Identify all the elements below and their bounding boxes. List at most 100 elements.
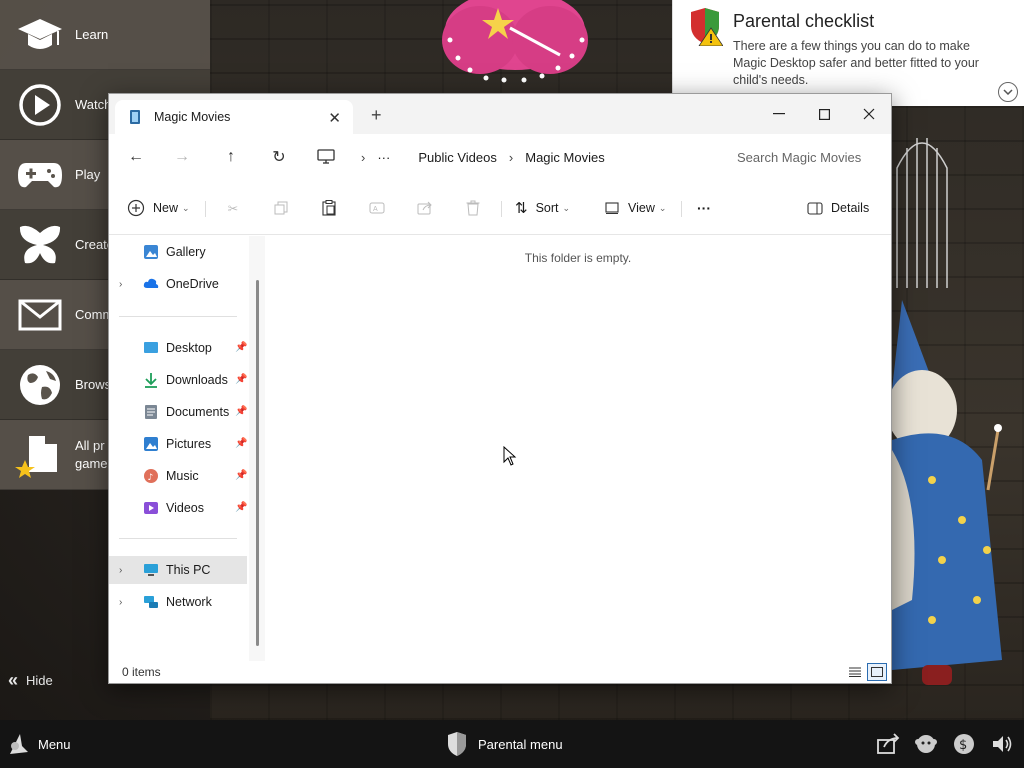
divider — [119, 316, 237, 317]
plus-circle-icon — [127, 199, 145, 217]
music-icon: ♪ — [144, 469, 158, 483]
trash-icon — [466, 200, 480, 216]
nav-label: This PC — [166, 563, 211, 577]
launcher-label: Play — [75, 166, 101, 182]
pictures-icon — [144, 437, 158, 451]
menu-label: Menu — [38, 736, 71, 752]
pin-icon: 📌 — [235, 374, 248, 385]
checklist-body: There are a few things you can do to mak… — [733, 39, 979, 87]
view-label: View — [628, 201, 655, 215]
nav-label: Desktop — [166, 341, 212, 355]
paste-button[interactable] — [315, 195, 343, 221]
nav-item-pictures[interactable]: Pictures 📌 — [109, 430, 247, 458]
nav-label: OneDrive — [166, 277, 219, 291]
wizard-menu-icon — [10, 734, 28, 754]
expand-checklist-button[interactable] — [998, 82, 1018, 102]
nav-item-gallery[interactable]: Gallery — [109, 238, 247, 266]
share-button[interactable] — [411, 195, 439, 221]
rename-button[interactable]: A — [363, 195, 391, 221]
divider — [681, 201, 682, 217]
list-view-icon — [849, 667, 861, 677]
view-icon — [605, 202, 619, 214]
nav-item-documents[interactable]: Documents 📌 — [109, 398, 247, 426]
refresh-icon: ↻ — [272, 149, 286, 166]
cloud-icon — [143, 278, 159, 288]
share-tray-icon[interactable] — [876, 732, 900, 756]
forward-button[interactable]: → — [167, 144, 197, 170]
nav-item-this-pc[interactable]: › This PC — [109, 556, 247, 584]
nav-item-desktop[interactable]: Desktop 📌 — [109, 334, 247, 362]
videos-icon — [144, 502, 158, 514]
downloads-icon — [145, 373, 157, 388]
nav-item-network[interactable]: › Network — [109, 588, 247, 616]
details-button[interactable]: Details — [807, 195, 869, 221]
chevron-down-icon — [1003, 89, 1013, 95]
breadcrumb-more-button[interactable]: ··· — [377, 150, 390, 165]
refresh-button[interactable]: ↻ — [264, 144, 294, 170]
launcher-learn[interactable]: Learn — [0, 0, 210, 70]
status-bar: 0 items — [109, 661, 891, 683]
large-icons-view-button[interactable] — [867, 663, 887, 681]
this-pc-icon — [144, 564, 158, 576]
nav-label: Network — [166, 595, 212, 609]
computer-icon[interactable] — [317, 149, 335, 165]
view-button[interactable]: View ⌄ — [605, 195, 666, 221]
close-window-button[interactable] — [849, 100, 889, 128]
chevron-down-icon: ⌄ — [658, 202, 667, 213]
menu-button[interactable]: Menu — [6, 732, 71, 756]
more-options-button[interactable]: ··· — [697, 195, 711, 221]
search-input[interactable]: Search Magic Movies — [723, 141, 889, 173]
details-view-button[interactable] — [845, 663, 865, 681]
envelope-icon — [10, 285, 70, 345]
chevron-right-icon[interactable]: › — [119, 279, 135, 290]
chevron-right-icon[interactable]: › — [119, 597, 135, 608]
double-chevron-left-icon: « — [8, 670, 19, 690]
arrow-right-icon: → — [174, 148, 190, 165]
nav-item-music[interactable]: ♪ Music 📌 — [109, 462, 247, 490]
chevron-right-icon[interactable]: › — [119, 565, 135, 576]
launcher-label: All pr — [75, 437, 105, 453]
parental-menu-button[interactable]: Parental menu — [446, 732, 563, 756]
money-tray-icon[interactable]: $ — [952, 732, 976, 756]
close-tab-icon[interactable]: ✕ — [328, 109, 341, 127]
nav-item-videos[interactable]: Videos 📌 — [109, 494, 247, 522]
cut-button[interactable]: ✂ — [219, 195, 247, 221]
navigation-pane: Gallery › OneDrive Desktop 📌 Downloads 📌… — [109, 236, 265, 661]
up-button[interactable]: ↑ — [216, 144, 246, 170]
hide-launcher-button[interactable]: « Hide — [8, 670, 53, 691]
scissors-icon: ✂ — [227, 201, 239, 216]
mouse-cursor-icon — [503, 446, 517, 466]
sort-button[interactable]: ⇅ Sort ⌄ — [515, 195, 570, 221]
nav-item-onedrive[interactable]: › OneDrive — [109, 270, 247, 298]
all-programs-icon — [10, 425, 70, 485]
launcher-label-line2: game — [75, 455, 108, 471]
delete-button[interactable] — [459, 195, 487, 221]
maximize-button[interactable] — [804, 100, 844, 128]
nav-scrollbar-thumb[interactable] — [256, 280, 259, 646]
breadcrumb-magic-movies[interactable]: Magic Movies — [525, 150, 604, 165]
minimize-button[interactable] — [759, 100, 799, 128]
sort-icon: ⇅ — [515, 200, 528, 217]
nav-label: Gallery — [166, 245, 206, 259]
pin-icon: 📌 — [235, 406, 248, 417]
arrow-up-icon: ↑ — [227, 148, 235, 165]
chevron-down-icon: ⌄ — [562, 202, 571, 213]
pin-icon: 📌 — [235, 342, 248, 353]
divider — [501, 201, 502, 217]
volume-icon[interactable] — [990, 732, 1014, 756]
tab-magic-movies[interactable]: Magic Movies ✕ — [115, 100, 353, 134]
monkey-tray-icon[interactable] — [914, 732, 938, 756]
breadcrumb-public-videos[interactable]: Public Videos — [418, 150, 497, 165]
documents-icon — [145, 405, 157, 419]
new-button[interactable]: New ⌄ — [127, 195, 190, 221]
play-icon — [10, 75, 70, 135]
new-tab-button[interactable]: + — [371, 105, 382, 126]
hide-label: Hide — [26, 673, 53, 688]
back-button[interactable]: ← — [121, 144, 151, 170]
copy-button[interactable] — [267, 195, 295, 221]
file-list-area[interactable]: This folder is empty. — [265, 236, 891, 661]
maximize-icon — [818, 108, 830, 120]
warning-shield-icon — [691, 8, 723, 46]
tab-title: Magic Movies — [154, 110, 231, 124]
nav-item-downloads[interactable]: Downloads 📌 — [109, 366, 247, 394]
